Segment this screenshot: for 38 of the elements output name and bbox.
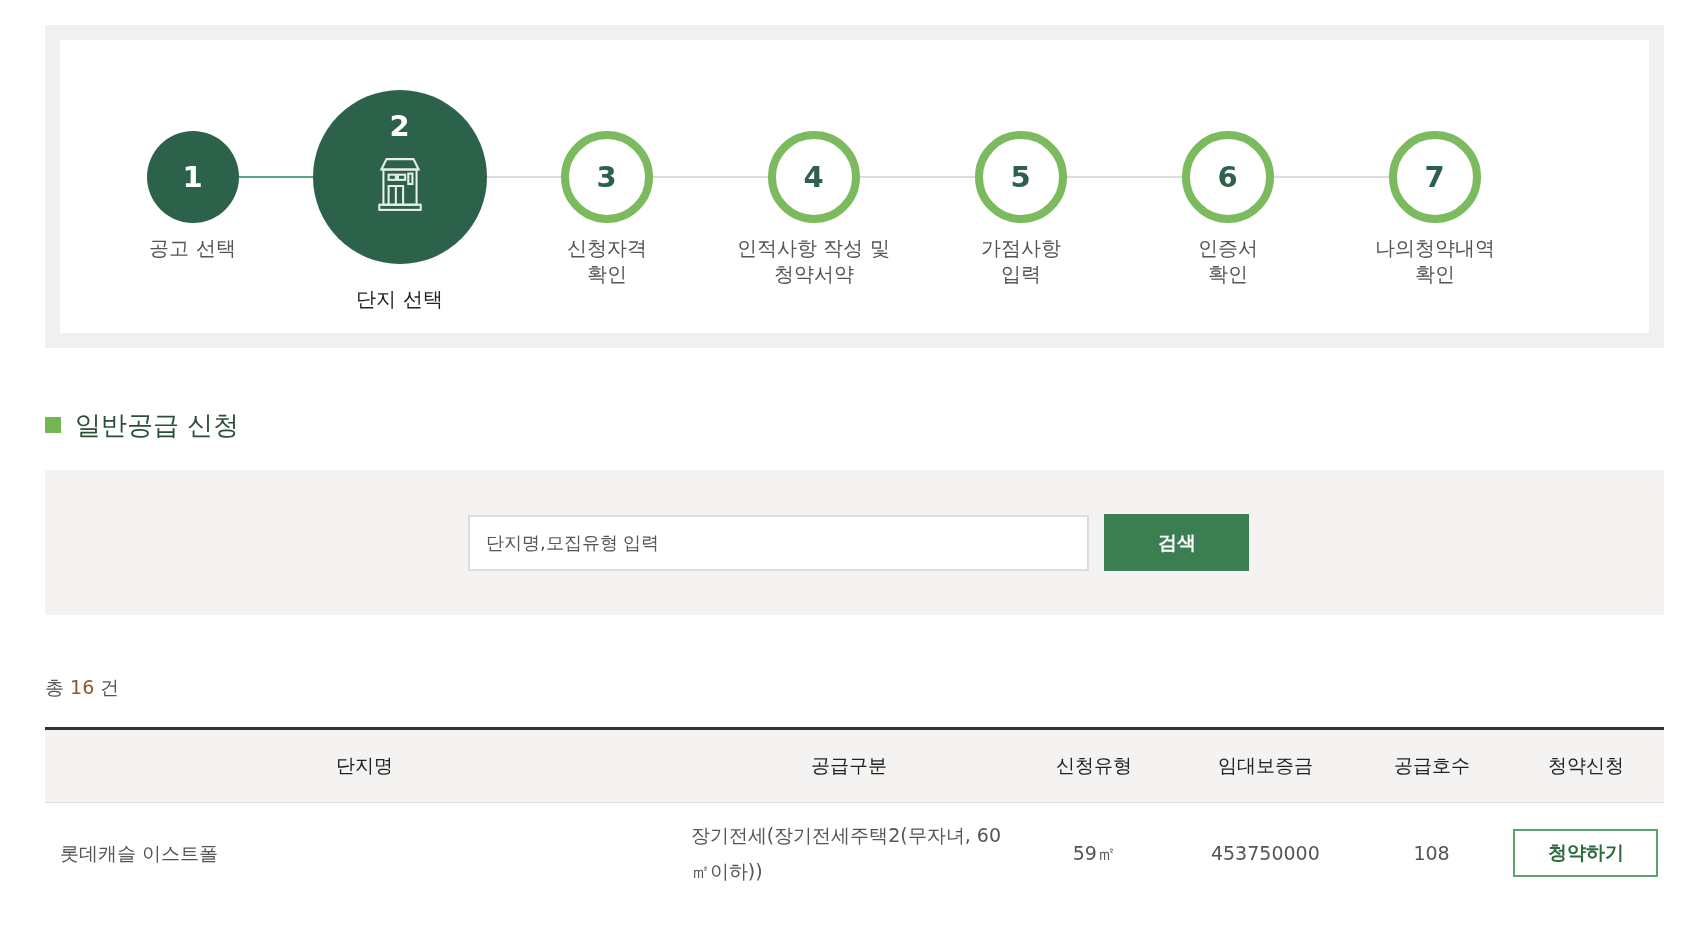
step-number: 1: [182, 162, 203, 192]
step-circle[interactable]: 5: [974, 131, 1067, 223]
step-label: 나의청약내역 확인: [1374, 235, 1495, 287]
step-circle[interactable]: 3: [560, 131, 653, 223]
table-cell: 롯데캐슬 이스트폴: [45, 802, 685, 903]
table-cell: 장기전세(장기전세주택2(무자녀, 60㎡이하)): [684, 802, 1014, 903]
square-bullet-icon: [45, 417, 61, 433]
step-number: 3: [596, 162, 617, 192]
step-circle[interactable]: 4: [767, 131, 860, 223]
table-cell: 453750000: [1174, 802, 1357, 903]
step-number: 6: [1217, 162, 1238, 192]
step-label: 신청자격 확인: [566, 235, 647, 287]
column-header: 공급구분: [684, 728, 1014, 803]
step-circle[interactable]: 7: [1388, 131, 1481, 223]
search-field[interactable]: 단지명,모집유형 입력: [468, 514, 1089, 571]
apply-button[interactable]: 청약하기: [1513, 829, 1658, 877]
step-label: 인증서 확인: [1197, 235, 1258, 287]
step-label: 인적사항 작성 및 청약서약: [737, 235, 890, 287]
section-title: 일반공급 신청: [75, 408, 240, 442]
step-circle[interactable]: 1: [146, 131, 239, 223]
total-count: 총 16 건: [45, 675, 121, 700]
step-label: 단지 선택: [356, 286, 443, 312]
step-circle[interactable]: 2: [312, 90, 487, 264]
step-label: 공고 선택: [149, 235, 236, 261]
step-circle[interactable]: 6: [1181, 131, 1274, 223]
search-button[interactable]: 검색: [1104, 514, 1249, 571]
table-cell: 108: [1356, 802, 1507, 903]
column-header: 임대보증금: [1174, 728, 1357, 803]
table-cell: 59㎡: [1013, 802, 1175, 903]
column-header: 단지명: [45, 728, 685, 803]
step-number: 2: [389, 112, 410, 141]
step-label: 가점사항 입력: [980, 235, 1061, 287]
step-number: 7: [1424, 162, 1445, 192]
step-number: 4: [803, 162, 824, 192]
column-header: 공급호수: [1356, 728, 1507, 803]
step-number: 5: [1010, 162, 1031, 192]
column-header: 신청유형: [1013, 728, 1175, 803]
column-header: 청약신청: [1507, 728, 1664, 803]
